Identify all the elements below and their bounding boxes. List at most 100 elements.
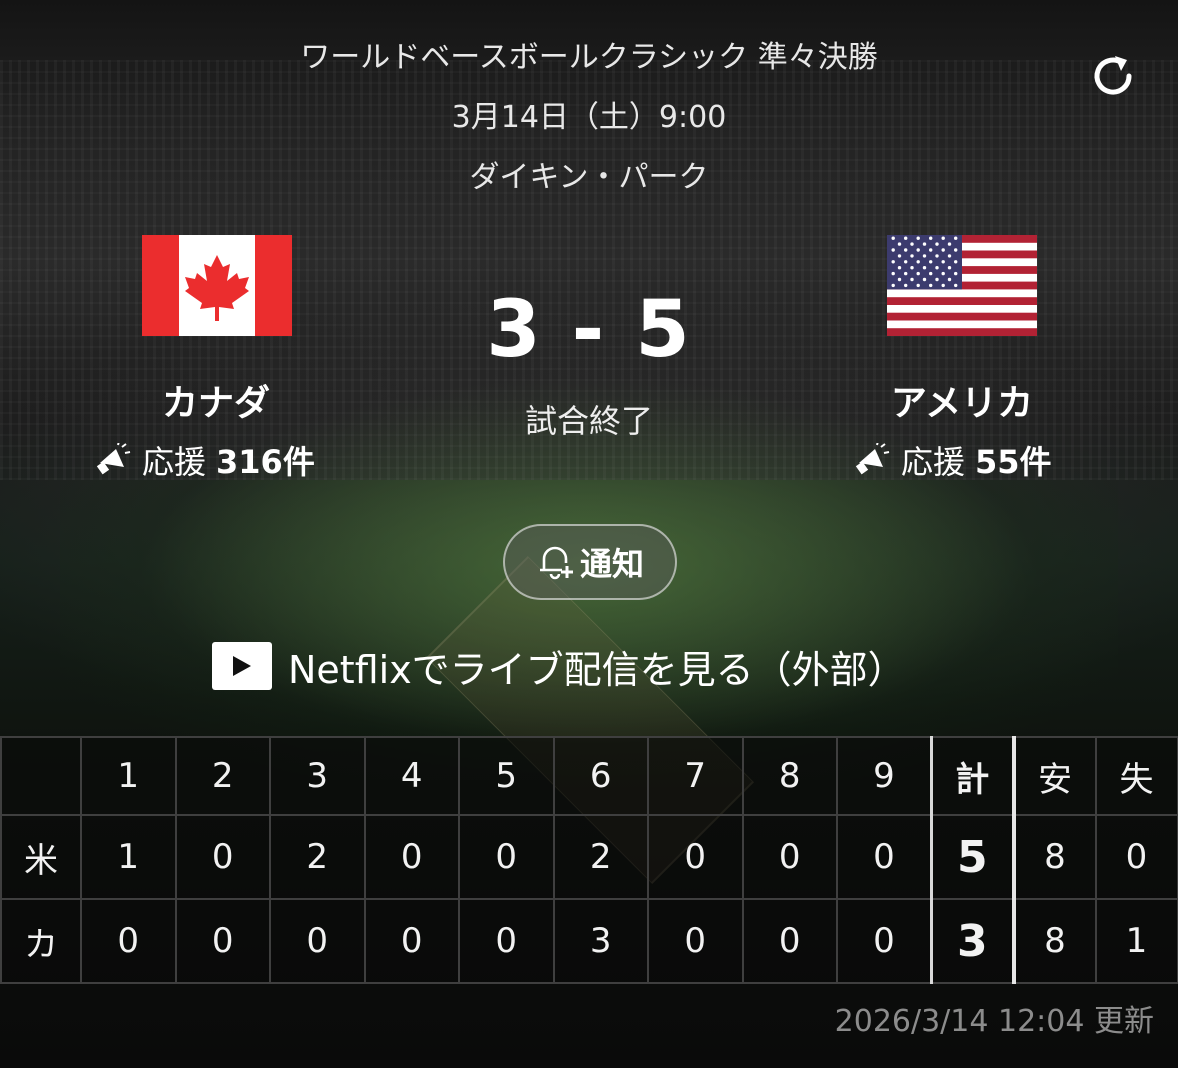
inning-score: 0	[836, 814, 933, 900]
flag-star	[910, 266, 914, 270]
usa-flag	[887, 235, 1037, 336]
inning-score: 3	[552, 898, 649, 984]
flag-star	[904, 248, 908, 252]
home-cheer-button[interactable]: 応援 316件	[96, 440, 315, 481]
header-cell	[0, 736, 82, 816]
inning-score: 0	[741, 898, 838, 984]
flag-star	[904, 271, 908, 276]
flag-star	[891, 271, 895, 276]
home-team-name: カナダ	[161, 383, 270, 424]
scoreboard-row-canada: カ 0 0 0 0 0 3 0 0 0 3 8 1	[0, 898, 1178, 984]
flag-star	[910, 242, 914, 246]
flag-star	[929, 248, 933, 252]
flag-star	[935, 266, 939, 270]
flag-star	[916, 236, 920, 240]
flag-star	[904, 283, 908, 288]
flag-star	[954, 236, 958, 240]
flag-star	[929, 283, 933, 288]
inning-score: 2	[269, 814, 366, 900]
flag-star	[916, 283, 920, 288]
flag-star	[897, 242, 902, 246]
total-errors: 1	[1094, 898, 1178, 984]
flag-star	[941, 248, 945, 252]
home-cheer-label: 応援	[142, 443, 207, 481]
header-cell: 2	[174, 736, 271, 816]
flag-star	[910, 254, 914, 258]
flag-star	[891, 236, 895, 240]
total-runs: 5	[930, 814, 1015, 900]
tournament-title: ワールドベースボールクラシック 準々決勝	[300, 40, 878, 75]
flag-star	[941, 271, 945, 276]
away-cheer-count: 55件	[975, 443, 1052, 481]
inning-score: 0	[458, 814, 555, 900]
flag-star	[954, 271, 958, 276]
flag-star	[947, 277, 952, 282]
inning-score: 0	[363, 898, 460, 984]
total-hits: 8	[1011, 898, 1097, 984]
flag-star	[929, 271, 933, 276]
final-score: 3 - 5	[486, 285, 692, 375]
total-runs: 3	[930, 898, 1015, 984]
flag-star	[947, 266, 952, 270]
header-cell: 8	[741, 736, 838, 816]
header-cell: 6	[552, 736, 649, 816]
play-icon	[212, 642, 272, 690]
watch-live-label: Netflixでライブ配信を見る（外部）	[288, 647, 906, 692]
inning-score: 0	[363, 814, 460, 900]
inning-score: 0	[741, 814, 838, 900]
inning-score: 0	[647, 814, 744, 900]
flag-star	[954, 283, 958, 288]
last-updated: 2026/3/14 12:04 更新	[834, 1004, 1154, 1039]
header-cell-errors: 失	[1094, 736, 1178, 816]
home-cheer-count: 316件	[216, 443, 315, 481]
inning-score: 0	[647, 898, 744, 984]
flag-star	[916, 260, 920, 264]
inning-score: 0	[269, 898, 366, 984]
away-cheer-button[interactable]: 応援 55件	[855, 440, 1052, 481]
game-status: 試合終了	[524, 402, 653, 440]
header-cell: 3	[269, 736, 366, 816]
flag-star	[929, 260, 933, 264]
header-cell: 9	[836, 736, 933, 816]
inning-score: 0	[80, 898, 177, 984]
flag-star	[897, 266, 902, 270]
inning-score: 0	[836, 898, 933, 984]
flag-star	[916, 248, 920, 252]
watch-live-link[interactable]: Netflixでライブ配信を見る（外部）	[212, 640, 906, 692]
flag-star	[891, 283, 895, 288]
header-cell-hits: 安	[1011, 736, 1097, 816]
flag-star	[947, 254, 952, 258]
flag-star	[891, 260, 895, 264]
row-team-label: カ	[0, 898, 82, 984]
flag-star	[922, 242, 927, 246]
inning-score: 2	[552, 814, 649, 900]
header-cell: 7	[647, 736, 744, 816]
inning-score: 0	[174, 814, 271, 900]
flag-star	[904, 236, 908, 240]
canada-flag	[142, 235, 292, 336]
flag-star	[935, 277, 939, 282]
notify-button[interactable]: 通知	[503, 524, 677, 600]
match-venue: ダイキン・パーク	[469, 160, 709, 195]
flag-star	[891, 248, 895, 252]
scoreboard-table: 1 2 3 4 5 6 7 8 9 計 安 失 米 1 0 2 0 0 2 0 …	[0, 736, 1178, 984]
inning-score: 0	[174, 898, 271, 984]
flag-star	[929, 236, 933, 240]
total-hits: 8	[1011, 814, 1097, 900]
header-cell-total: 計	[930, 736, 1015, 816]
flag-star	[935, 254, 939, 258]
flag-star	[947, 242, 952, 246]
match-datetime: 3月14日（土）9:00	[451, 100, 727, 135]
flag-star	[941, 236, 945, 240]
inning-score: 0	[458, 898, 555, 984]
flag-star	[922, 277, 927, 282]
megaphone-icon	[855, 443, 890, 475]
scoreboard: 1 2 3 4 5 6 7 8 9 計 安 失 米 1 0 2 0 0 2 0 …	[0, 736, 1178, 984]
scoreboard-row-usa: 米 1 0 2 0 0 2 0 0 0 5 8 0	[0, 814, 1178, 900]
flag-star	[910, 277, 914, 282]
flag-star	[941, 283, 945, 288]
notify-label: 通知	[579, 545, 644, 583]
flag-star	[954, 248, 958, 252]
header-cell: 1	[80, 736, 177, 816]
refresh-icon[interactable]	[1085, 48, 1141, 104]
